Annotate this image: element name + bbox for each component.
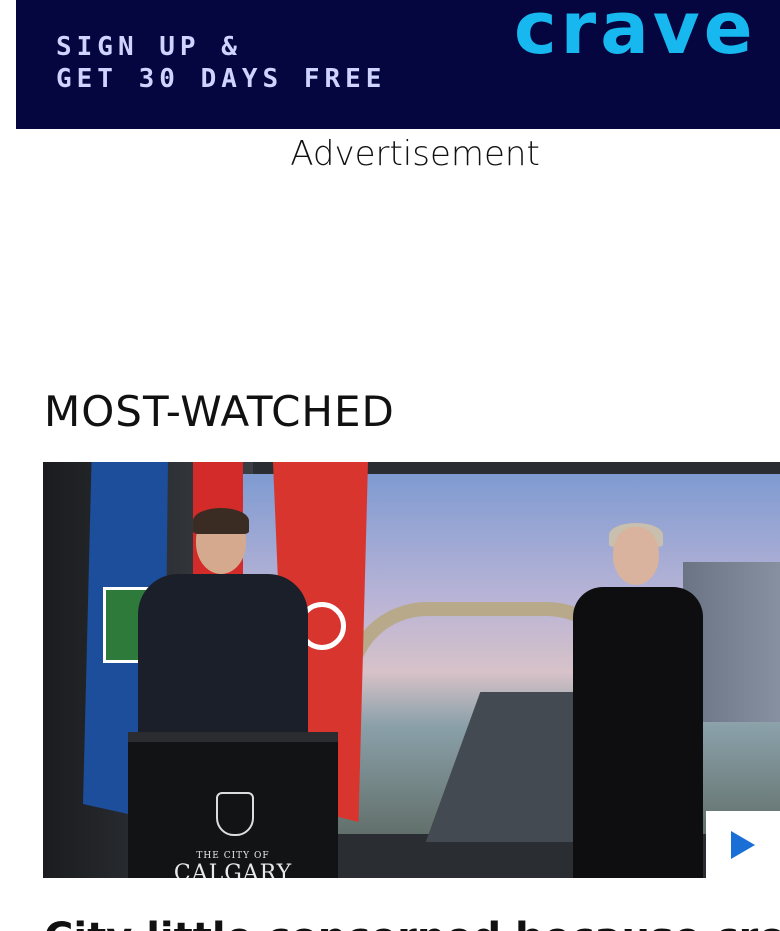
podium-logo-big: CALGARY [173,861,293,878]
video-headline[interactable]: City little concerned because crowds [44,914,780,931]
podium-logo-small: THE CITY OF [196,851,270,861]
podium: THE CITY OF CALGARY [128,732,338,878]
ad-tagline-line1: SIGN UP & [56,32,242,62]
play-icon [731,830,755,859]
video-thumbnail[interactable]: THE CITY OF CALGARY [43,462,780,878]
crave-logo[interactable]: crave [514,0,757,64]
city-crest-icon [216,792,254,836]
brand-name: crave [514,0,757,70]
section-title: MOST-WATCHED [44,386,395,436]
interpreter-body [573,587,703,878]
interpreter-head [613,527,659,585]
ad-caption: Advertisement [290,134,540,174]
video-headline-text: City little concerned because crowds [44,918,780,931]
interpreter-figure [563,523,713,878]
advertisement-banner[interactable]: SIGN UP & GET 30 DAYS FREE crave [16,0,780,129]
speaker-hair [193,508,249,534]
podium-logo: THE CITY OF CALGARY [128,851,338,878]
ad-tagline-line2: GET 30 DAYS FREE [56,64,387,94]
play-button[interactable] [706,811,780,878]
